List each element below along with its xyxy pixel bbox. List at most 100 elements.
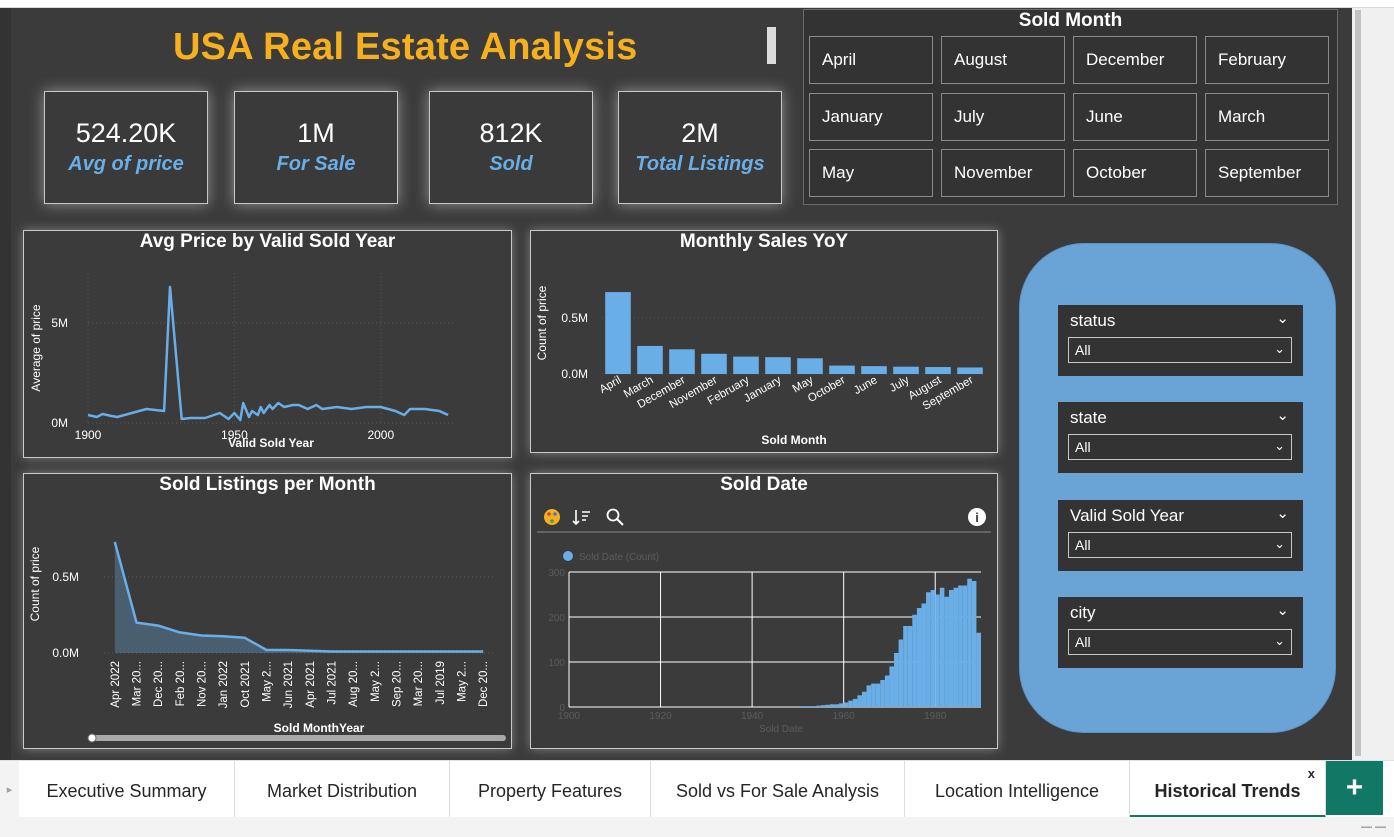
filter-dropdown[interactable]: All ⌄: [1068, 434, 1292, 460]
legend-marker: [563, 551, 573, 561]
chevron-down-icon: ⌄: [1274, 341, 1285, 356]
histogram-bar: [912, 614, 917, 707]
month-button-june[interactable]: June: [1073, 93, 1197, 141]
month-button-january[interactable]: January: [809, 93, 933, 141]
month-button-march[interactable]: March: [1205, 93, 1329, 141]
kpi-value: 1M: [297, 118, 335, 148]
y-axis-title: Count of price: [535, 285, 549, 360]
y-tick-label: 100: [548, 658, 565, 669]
y-tick-label: 0M: [51, 416, 68, 430]
report-left-edge: [0, 8, 11, 760]
histogram-bar: [848, 700, 853, 707]
filter-pane: status ⌄ All ⌄ state ⌄ All ⌄ Valid Sold Ye…: [1019, 243, 1336, 733]
month-button-july[interactable]: July: [941, 93, 1065, 141]
histogram-bar: [916, 608, 922, 707]
filter-dropdown[interactable]: All ⌄: [1068, 629, 1292, 655]
tab-executive-summary[interactable]: Executive Summary: [19, 761, 235, 818]
tab-historical-trends[interactable]: Historical Trends x: [1130, 761, 1326, 818]
chart-monthly-sales-yoy[interactable]: Monthly Sales YoY 0.0M 0.5M April March Dece…: [530, 230, 998, 453]
chart-sold-date[interactable]: Sold Date i Sold Date (Count) 1900 1920 1940…: [530, 473, 998, 749]
month-button-april[interactable]: April: [809, 36, 933, 84]
filter-value: All: [1075, 537, 1091, 553]
chart-avg-price-by-year[interactable]: Avg Price by Valid Sold Year 1900 1950 200…: [23, 230, 512, 458]
histogram-bar: [820, 705, 826, 707]
month-button-september[interactable]: September: [1205, 149, 1329, 197]
filter-label: Valid Sold Year: [1070, 506, 1185, 525]
x-tick-label: May 2...: [370, 661, 382, 702]
info-icon-glyph: i: [975, 510, 979, 525]
month-button-august[interactable]: August: [941, 36, 1065, 84]
plus-icon[interactable]: +: [1326, 761, 1383, 815]
tab-scroll-left-icon[interactable]: ▸: [0, 761, 19, 818]
area-fill: [114, 541, 484, 653]
x-tick-label: 1920: [649, 711, 672, 722]
close-icon[interactable]: x: [1308, 766, 1315, 781]
x-tick-label: Sep 20...: [392, 661, 404, 707]
x-tick-label: Jun 2021: [283, 661, 295, 708]
bar: [669, 349, 695, 374]
histogram-bar: [829, 704, 835, 707]
chart-sold-listings-per-month[interactable]: Sold Listings per Month 0.0M 0.5M Apr 2022…: [23, 473, 512, 749]
chevron-down-icon[interactable]: ⌄: [1276, 601, 1289, 619]
y-axis-title: Count of price: [28, 546, 42, 621]
filter-status[interactable]: status ⌄ All ⌄: [1058, 305, 1303, 376]
month-button-may[interactable]: May: [809, 149, 933, 197]
x-tick-label: 1980: [924, 711, 947, 722]
chevron-down-icon: ⌄: [1274, 438, 1285, 453]
x-tick-label: Dec 20...: [478, 661, 490, 707]
filter-dropdown[interactable]: All ⌄: [1068, 532, 1292, 558]
histogram-bar: [898, 639, 904, 707]
histogram-bar: [894, 653, 899, 707]
filter-label: city: [1070, 603, 1096, 622]
bar: [733, 356, 759, 374]
x-tick-label: Mar 20...: [132, 661, 144, 706]
histogram-bar: [930, 590, 936, 707]
month-button-february[interactable]: February: [1205, 36, 1329, 84]
zoom-icon: [606, 508, 620, 522]
histogram-bar: [889, 666, 895, 707]
chevron-down-icon[interactable]: ⌄: [1276, 406, 1289, 424]
month-button-october[interactable]: October: [1073, 149, 1197, 197]
histogram-bar: [967, 578, 972, 707]
histogram-bar: [921, 603, 927, 707]
kpi-card-avg-price: 524.20K Avg of price: [44, 91, 208, 204]
tab-property-features[interactable]: Property Features: [450, 761, 651, 818]
x-tick-label: Feb 20...: [175, 661, 187, 706]
x-axis-title: Sold Date: [759, 724, 803, 735]
histogram-bar: [944, 596, 949, 707]
scrollbar-thumb[interactable]: [1355, 10, 1361, 756]
status-footer: — —: [0, 817, 1394, 837]
y-tick-label: 0.0M: [561, 367, 588, 381]
histogram-bar: [875, 683, 881, 707]
x-axis-title: Valid Sold Year: [228, 436, 314, 450]
histogram-bar: [816, 705, 821, 707]
tab-location-intelligence[interactable]: Location Intelligence: [905, 761, 1130, 818]
filter-label: state: [1070, 408, 1107, 427]
x-tick-label: Jul 2021: [327, 661, 339, 704]
title-divider: [767, 27, 776, 64]
horizontal-scrollbar: [88, 735, 506, 741]
histogram-bar: [907, 626, 913, 707]
vertical-scrollbar[interactable]: [1352, 8, 1394, 760]
filter-city[interactable]: city ⌄ All ⌄: [1058, 597, 1303, 668]
filter-dropdown[interactable]: All ⌄: [1068, 337, 1292, 363]
kpi-label: For Sale: [276, 153, 356, 175]
y-axis-title: Average of price: [29, 304, 43, 391]
tab-market-distribution[interactable]: Market Distribution: [235, 761, 450, 818]
month-button-november[interactable]: November: [941, 149, 1065, 197]
kpi-value: 812K: [479, 118, 543, 148]
histogram-bar: [880, 680, 885, 707]
sort-icon: [572, 510, 590, 526]
tab-sold-vs-for-sale[interactable]: Sold vs For Sale Analysis: [651, 761, 905, 818]
filter-state[interactable]: state ⌄ All ⌄: [1058, 402, 1303, 473]
x-tick-label: Jan 2022: [218, 661, 230, 708]
palette-dot: [550, 519, 554, 523]
x-axis-title: Sold Month: [761, 433, 826, 447]
chevron-down-icon[interactable]: ⌄: [1276, 309, 1289, 327]
x-tick-label: June: [852, 374, 880, 397]
filter-valid-sold-year[interactable]: Valid Sold Year ⌄ All ⌄: [1058, 500, 1303, 571]
month-button-december[interactable]: December: [1073, 36, 1197, 84]
chevron-down-icon[interactable]: ⌄: [1276, 504, 1289, 522]
minimize-icon[interactable]: — —: [1361, 821, 1386, 833]
x-tick-label: Aug 20...: [348, 661, 360, 707]
